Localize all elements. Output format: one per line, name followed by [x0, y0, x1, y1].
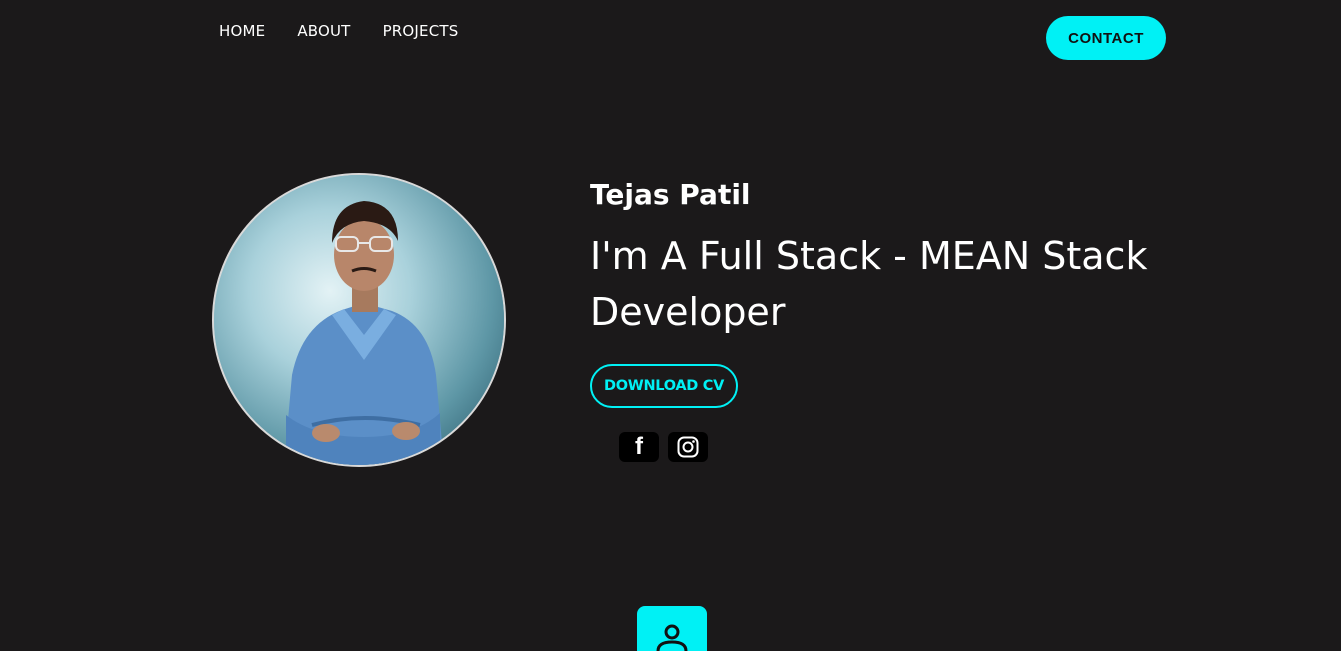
- person-name: Tejas Patil: [590, 178, 751, 211]
- facebook-link[interactable]: f: [619, 432, 659, 462]
- contact-button[interactable]: CONTACT: [1046, 16, 1166, 60]
- instagram-icon: [677, 436, 699, 458]
- about-section-tile: [637, 606, 707, 651]
- profile-photo: [212, 173, 506, 467]
- nav-home-link[interactable]: HOME: [219, 22, 265, 40]
- instagram-link[interactable]: [668, 432, 708, 462]
- hero-headline: I'm A Full Stack - MEAN Stack Developer: [590, 234, 1148, 334]
- nav-about-link[interactable]: ABOUT: [297, 22, 350, 40]
- download-cv-button[interactable]: DOWNLOAD CV: [590, 364, 738, 408]
- top-nav: HOME ABOUT PROJECTS: [219, 22, 459, 40]
- person-icon: [656, 624, 688, 651]
- nav-projects-link[interactable]: PROJECTS: [383, 22, 459, 40]
- social-links: f: [619, 432, 708, 462]
- profile-photo-illustration: [214, 175, 504, 465]
- portfolio-page: HOME ABOUT PROJECTS CONTACT Tejas Patil …: [0, 0, 1341, 651]
- facebook-icon: f: [635, 433, 643, 460]
